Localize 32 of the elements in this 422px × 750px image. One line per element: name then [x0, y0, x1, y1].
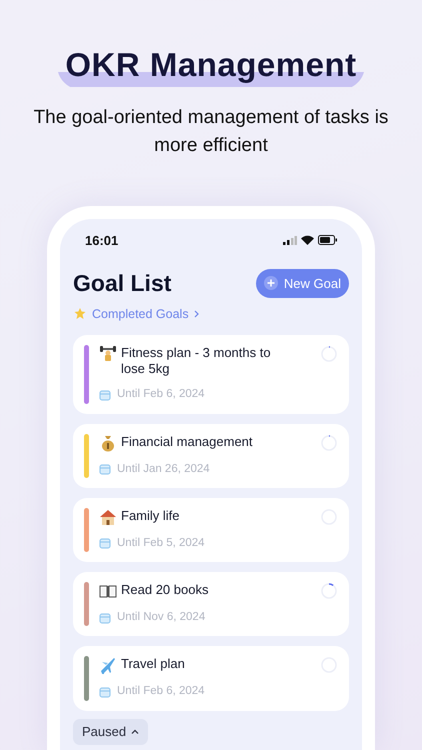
airplane-icon [99, 656, 117, 674]
goal-title: Travel plan [121, 656, 186, 672]
chevron-right-icon [194, 310, 200, 318]
goal-title: Read 20 books [121, 582, 210, 598]
calendar-icon [99, 463, 111, 476]
goal-card[interactable]: Fitness plan - 3 months to lose 5kg Until Feb 6, 2024 [73, 335, 349, 414]
signal-icon [283, 236, 297, 245]
calendar-icon [99, 612, 111, 624]
plus-icon [264, 276, 278, 290]
calendar-icon [99, 388, 111, 401]
calendar-icon [99, 686, 111, 698]
due-date: Until Jan 26, 2024 [117, 462, 210, 476]
subtitle: The goal-oriented management of tasks is more efficient [32, 106, 390, 158]
goal-title: Fitness plan - 3 months to lose 5kg [121, 345, 272, 378]
house-icon [99, 508, 117, 526]
due-date: Until Nov 6, 2024 [117, 610, 206, 625]
goal-card[interactable]: Financial management Until Jan 26, 2024 [73, 424, 349, 488]
due-date: Until Feb 5, 2024 [117, 536, 205, 551]
goal-title: Financial management [121, 434, 254, 450]
goal-title: Family life [121, 508, 181, 524]
dumbbell-icon [99, 345, 117, 364]
due-date: Until Feb 6, 2024 [117, 684, 205, 700]
page-title: Goal List [73, 269, 172, 298]
goal-card[interactable]: Read 20 books Until Nov 6, 2024 [73, 572, 349, 636]
calendar-icon [99, 537, 111, 550]
status-time: 16:01 [85, 232, 118, 250]
goal-card[interactable]: Family life Until Feb 5, 2024 [73, 498, 349, 562]
due-date: Until Feb 6, 2024 [117, 387, 205, 402]
goal-card[interactable]: Travel plan Until Feb 6, 2024 [73, 646, 349, 710]
wifi-icon [301, 235, 314, 246]
paused-toggle[interactable]: Paused [73, 718, 148, 744]
battery-icon [318, 235, 337, 246]
